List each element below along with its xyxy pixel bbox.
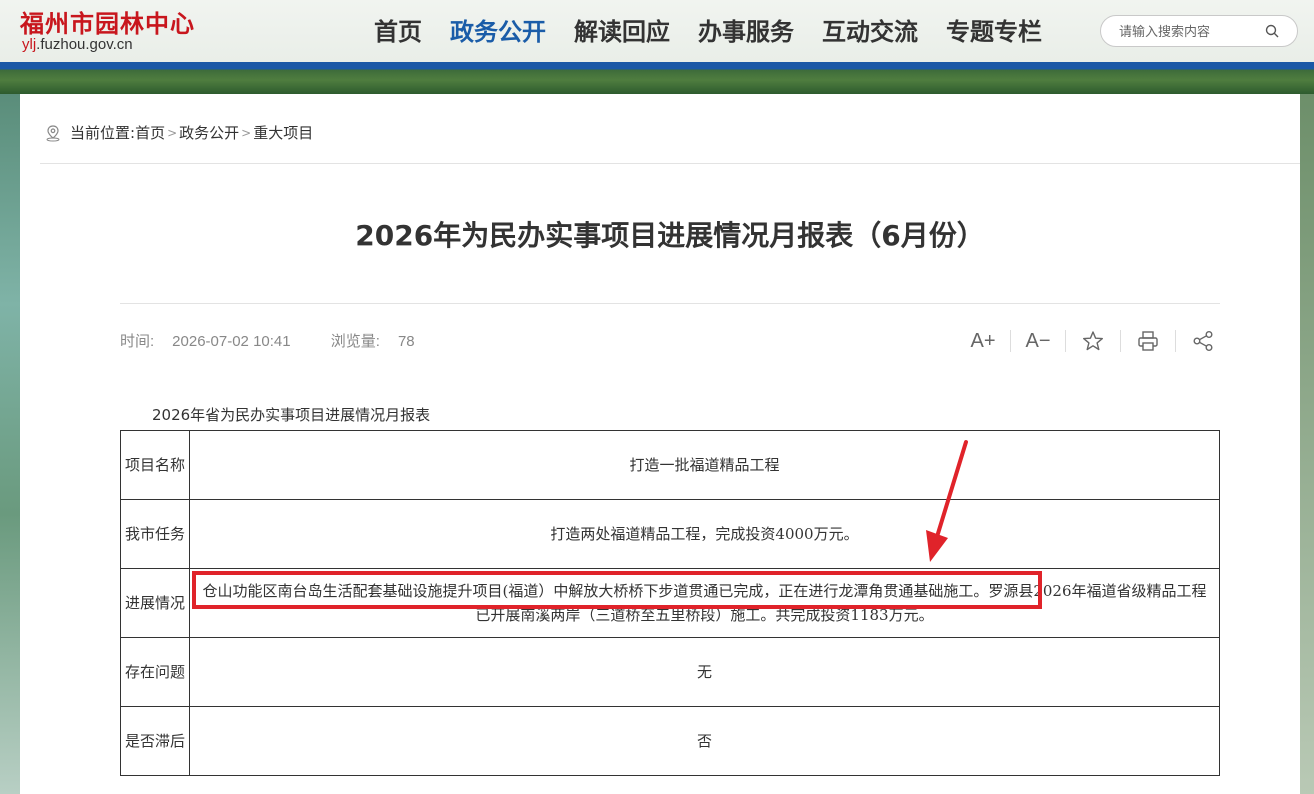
font-decrease-button[interactable]: A− <box>1021 324 1055 358</box>
search-box <box>1100 15 1298 47</box>
view-count-label: 浏览量: <box>330 333 380 350</box>
breadcrumb-separator: > <box>241 125 252 140</box>
row-header-project-name: 项目名称 <box>120 430 190 500</box>
breadcrumb-major-projects[interactable]: 重大项目 <box>253 122 313 143</box>
location-pin-icon <box>46 124 60 141</box>
divider <box>40 163 1300 164</box>
annotation-highlight-box <box>192 571 1042 609</box>
nav-item-services[interactable]: 办事服务 <box>684 14 808 50</box>
row-header-issues: 存在问题 <box>120 637 190 707</box>
article-toolbar: A+ A− <box>966 324 1220 358</box>
print-button[interactable] <box>1131 324 1165 358</box>
site-logo[interactable]: 福州市园林中心 <box>20 4 195 39</box>
publish-time: 时间: 2026-07-02 10:41 <box>120 333 309 350</box>
breadcrumb-prefix: 当前位置: <box>70 124 136 142</box>
breadcrumb-separator: > <box>167 125 178 140</box>
divider <box>1120 330 1121 352</box>
breadcrumb-home[interactable]: 首页 <box>135 122 165 143</box>
share-icon <box>1193 331 1213 351</box>
nav-item-interpretation[interactable]: 解读回应 <box>560 14 684 50</box>
row-header-city-task: 我市任务 <box>120 499 190 569</box>
table-row: 我市任务 打造两处福道精品工程，完成投资4000万元。 <box>120 499 1220 569</box>
row-header-delayed: 是否滞后 <box>120 706 190 776</box>
nav-item-government-affairs[interactable]: 政务公开 <box>436 14 560 50</box>
font-increase-button[interactable]: A+ <box>966 324 1000 358</box>
page-title: 2026年为民办实事项目进展情况月报表（6月份） <box>355 219 985 252</box>
site-url-prefix: ylj <box>22 36 37 53</box>
row-value-project-name: 打造一批福道精品工程 <box>189 430 1220 500</box>
publish-time-value: 2026-07-02 10:41 <box>172 333 291 350</box>
divider <box>1010 330 1011 352</box>
view-count-value: 78 <box>397 333 415 350</box>
main-nav: 首页 政务公开 解读回应 办事服务 互动交流 专题专栏 <box>360 14 1056 50</box>
divider <box>1065 330 1066 352</box>
main-content: 当前位置: 首页 > 政务公开 > 重大项目 2026年为民办实事项目进展情况月… <box>20 94 1300 794</box>
row-header-progress: 进展情况 <box>120 568 190 638</box>
share-button[interactable] <box>1186 324 1220 358</box>
row-value-delayed: 否 <box>189 706 1220 776</box>
publish-time-label: 时间: <box>120 333 155 350</box>
star-icon <box>1083 331 1103 351</box>
view-count: 浏览量: 78 <box>331 333 433 350</box>
background-scenery-left <box>0 94 20 794</box>
background-scenery-right <box>1300 94 1314 794</box>
annotation-arrow-icon <box>926 440 968 562</box>
site-url-domain: .fuzhou.gov.cn <box>36 36 133 53</box>
nav-item-home[interactable]: 首页 <box>360 14 436 50</box>
row-value-city-task: 打造两处福道精品工程，完成投资4000万元。 <box>189 499 1220 569</box>
table-row: 是否滞后 否 <box>120 706 1220 776</box>
font-increase-icon: A+ <box>970 329 996 352</box>
print-icon <box>1138 331 1158 351</box>
nav-item-topics[interactable]: 专题专栏 <box>932 14 1056 50</box>
breadcrumb: 当前位置: 首页 > 政务公开 > 重大项目 <box>44 122 313 143</box>
divider <box>1175 330 1176 352</box>
search-input[interactable] <box>1117 22 1261 42</box>
favorite-button[interactable] <box>1076 324 1110 358</box>
table-row: 项目名称 打造一批福道精品工程 <box>120 430 1220 500</box>
search-icon[interactable] <box>1265 24 1279 38</box>
table-row: 存在问题 无 <box>120 637 1220 707</box>
breadcrumb-government-affairs[interactable]: 政务公开 <box>179 122 239 143</box>
font-decrease-icon: A− <box>1025 329 1051 352</box>
divider <box>120 303 1220 304</box>
nav-item-interaction[interactable]: 互动交流 <box>808 14 932 50</box>
site-url: ylj.fuzhou.gov.cn <box>22 36 133 53</box>
report-subtitle: 2026年省为民办实事项目进展情况月报表 <box>152 406 431 424</box>
row-value-issues: 无 <box>189 637 1220 707</box>
article-meta: 时间: 2026-07-02 10:41 浏览量: 78 <box>120 330 451 351</box>
